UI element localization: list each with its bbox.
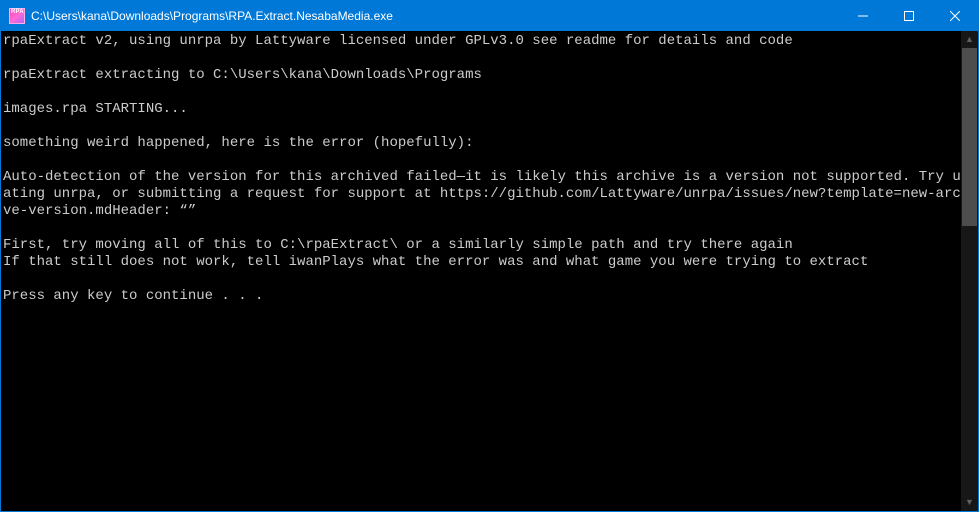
scroll-thumb[interactable] [962,48,977,226]
console-output[interactable]: rpaExtract v2, using unrpa by Lattyware … [1,31,978,511]
minimize-button[interactable] [840,1,886,31]
window-title: C:\Users\kana\Downloads\Programs\RPA.Ext… [31,9,840,23]
app-window: C:\Users\kana\Downloads\Programs\RPA.Ext… [0,0,979,512]
vertical-scrollbar[interactable]: ▲ ▼ [961,31,978,511]
maximize-button[interactable] [886,1,932,31]
titlebar[interactable]: C:\Users\kana\Downloads\Programs\RPA.Ext… [1,1,978,31]
scroll-up-button[interactable]: ▲ [961,31,978,48]
scroll-track[interactable] [961,48,978,494]
app-icon [9,8,25,24]
close-button[interactable] [932,1,978,31]
client-area: rpaExtract v2, using unrpa by Lattyware … [1,31,978,511]
scroll-down-button[interactable]: ▼ [961,494,978,511]
